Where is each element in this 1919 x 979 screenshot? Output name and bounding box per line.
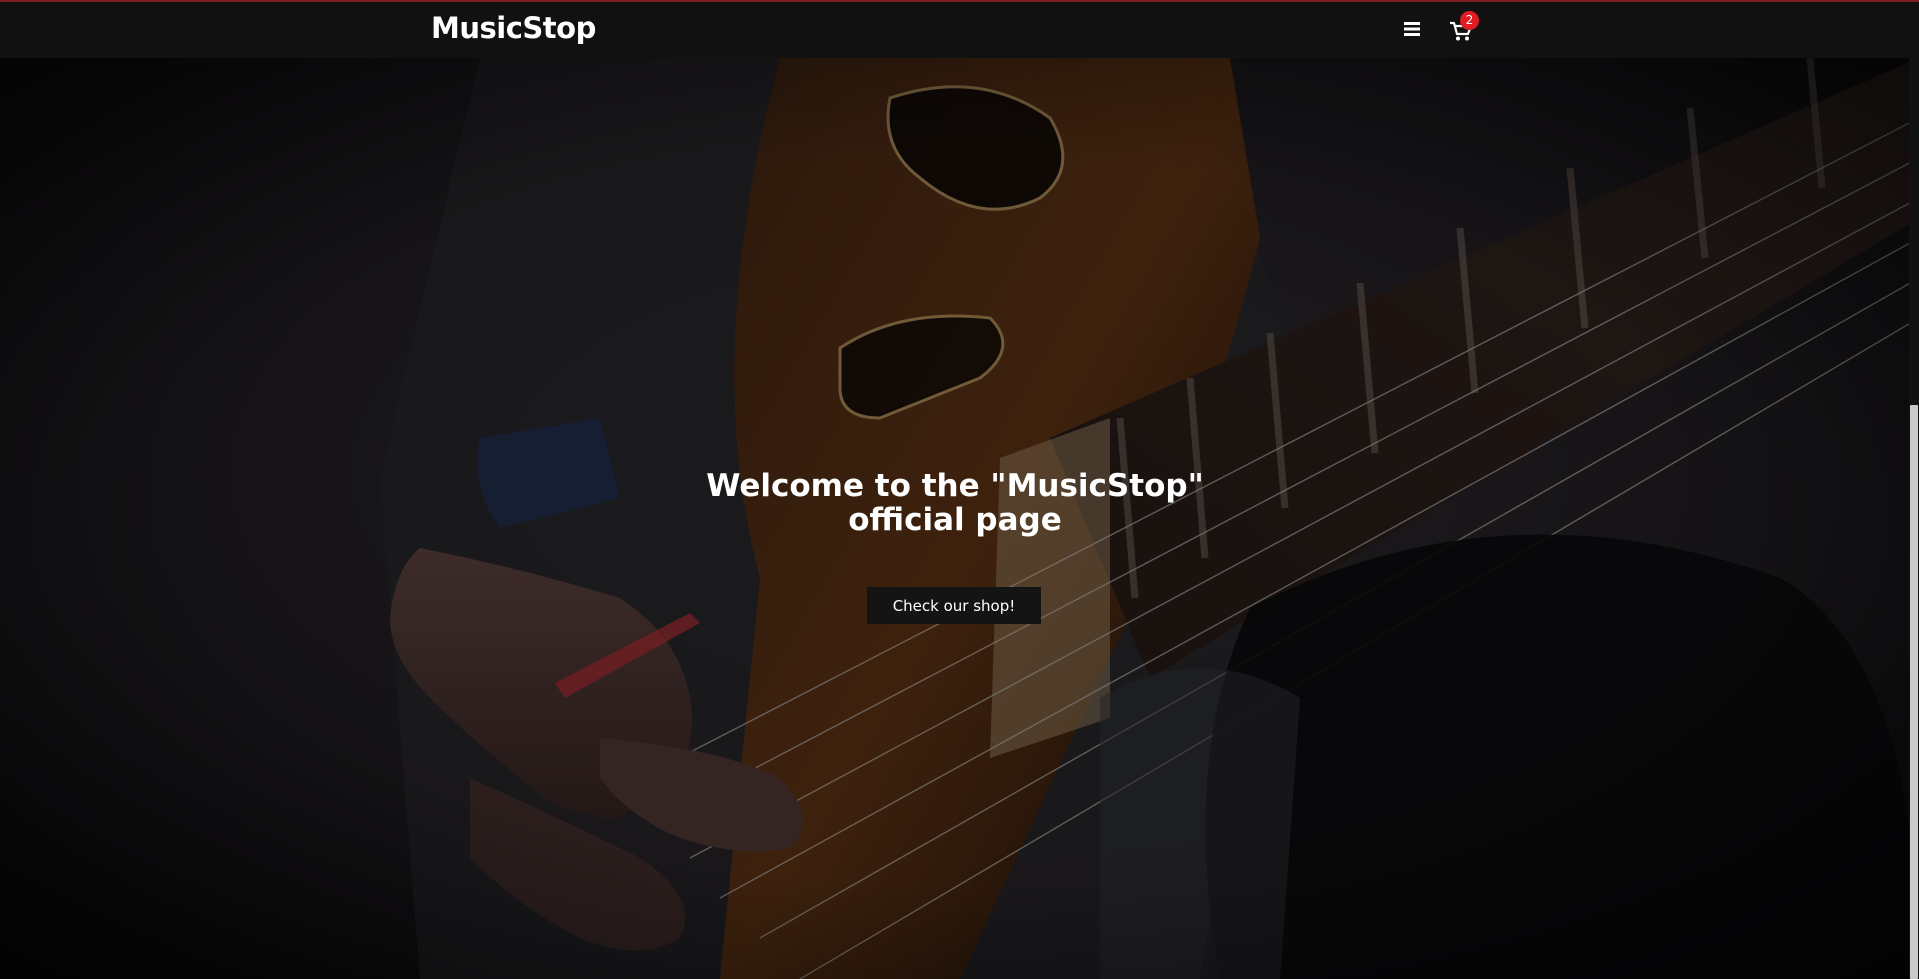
check-shop-button[interactable]: Check our shop!: [867, 587, 1041, 624]
page: MusicStop 2 Welcome to the "MusicStop" o…: [0, 0, 1919, 979]
hero-title: Welcome to the "MusicStop" official page: [706, 468, 1204, 538]
top-navbar: MusicStop 2: [0, 0, 1919, 58]
brand-logo[interactable]: MusicStop: [431, 11, 596, 45]
hero-section: Welcome to the "MusicStop" official page…: [0, 58, 1919, 979]
page-scrollbar[interactable]: [1909, 58, 1919, 979]
hamburger-menu-icon[interactable]: [1403, 20, 1421, 38]
cart-count-badge: 2: [1460, 11, 1479, 30]
scrollbar-thumb[interactable]: [1910, 405, 1918, 979]
